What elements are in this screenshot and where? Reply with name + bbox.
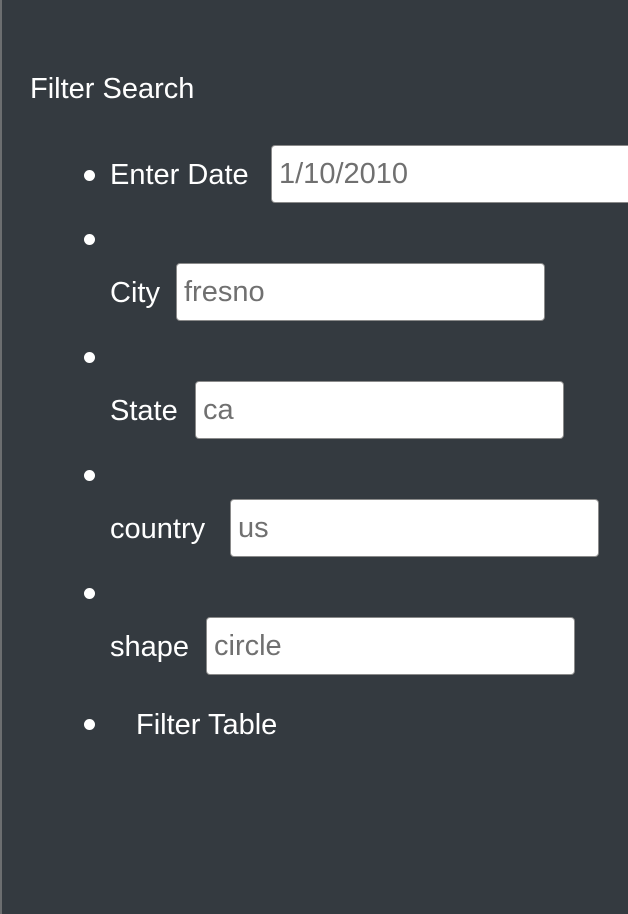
date-input[interactable] <box>271 145 628 203</box>
list-bullet <box>84 588 95 599</box>
list-bullet <box>84 470 95 481</box>
list-bullet <box>84 234 95 245</box>
list-bullet <box>84 719 95 730</box>
filter-search-heading: Filter Search <box>30 73 195 105</box>
filter-table-button[interactable]: Filter Table <box>126 703 287 747</box>
city-label: City <box>110 277 160 309</box>
country-label: country <box>110 513 206 545</box>
list-bullet <box>84 170 95 181</box>
list-bullet <box>84 352 95 363</box>
city-input[interactable] <box>176 263 545 321</box>
filter-panel: Filter Search Enter Date City State coun… <box>2 0 628 914</box>
country-input[interactable] <box>230 499 599 557</box>
state-input[interactable] <box>195 381 564 439</box>
state-label: State <box>110 395 178 427</box>
shape-input[interactable] <box>206 617 575 675</box>
shape-label: shape <box>110 631 190 663</box>
date-label: Enter Date <box>110 159 249 191</box>
